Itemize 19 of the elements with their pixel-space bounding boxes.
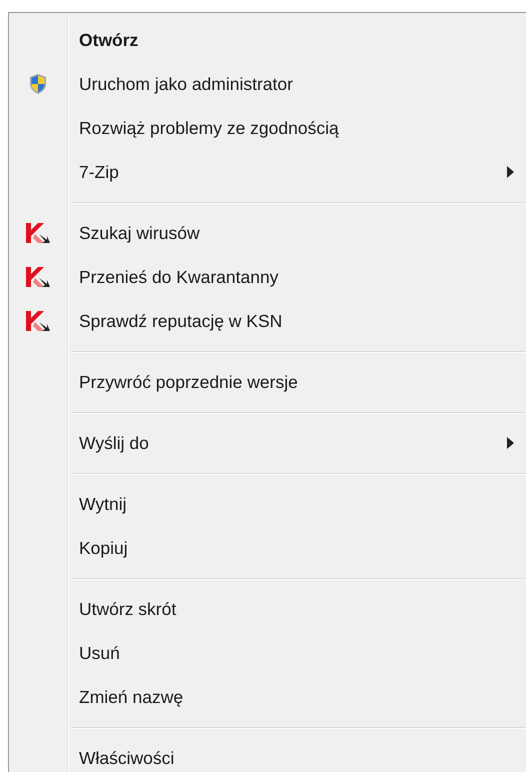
menu-item[interactable]: Rozwiąż problemy ze zgodnością — [9, 106, 526, 150]
menu-item[interactable]: Wytnij — [9, 482, 526, 526]
menu-item[interactable]: Usuń — [9, 631, 526, 675]
menu-item[interactable]: Właściwości — [9, 736, 526, 772]
k-logo-icon — [25, 310, 51, 332]
shield-icon — [29, 73, 47, 95]
menu-item[interactable]: Sprawdź reputację w KSN — [9, 299, 526, 343]
menu-item[interactable]: Przenieś do Kwarantanny — [9, 255, 526, 299]
menu-item[interactable]: Otwórz — [9, 18, 526, 62]
menu-item[interactable]: Wyślij do — [9, 421, 526, 465]
menu-item[interactable]: 7-Zip — [9, 150, 526, 194]
menu-item[interactable]: Przywróć poprzednie wersje — [9, 360, 526, 404]
k-logo-icon — [25, 222, 51, 244]
menu-item[interactable]: Zmień nazwę — [9, 675, 526, 719]
menu-item[interactable]: Uruchom jako administrator — [9, 62, 526, 106]
k-logo-icon — [25, 266, 51, 288]
menu-item[interactable]: Kopiuj — [9, 526, 526, 570]
menu-item[interactable]: Utwórz skrót — [9, 587, 526, 631]
menu-item[interactable]: Szukaj wirusów — [9, 211, 526, 255]
